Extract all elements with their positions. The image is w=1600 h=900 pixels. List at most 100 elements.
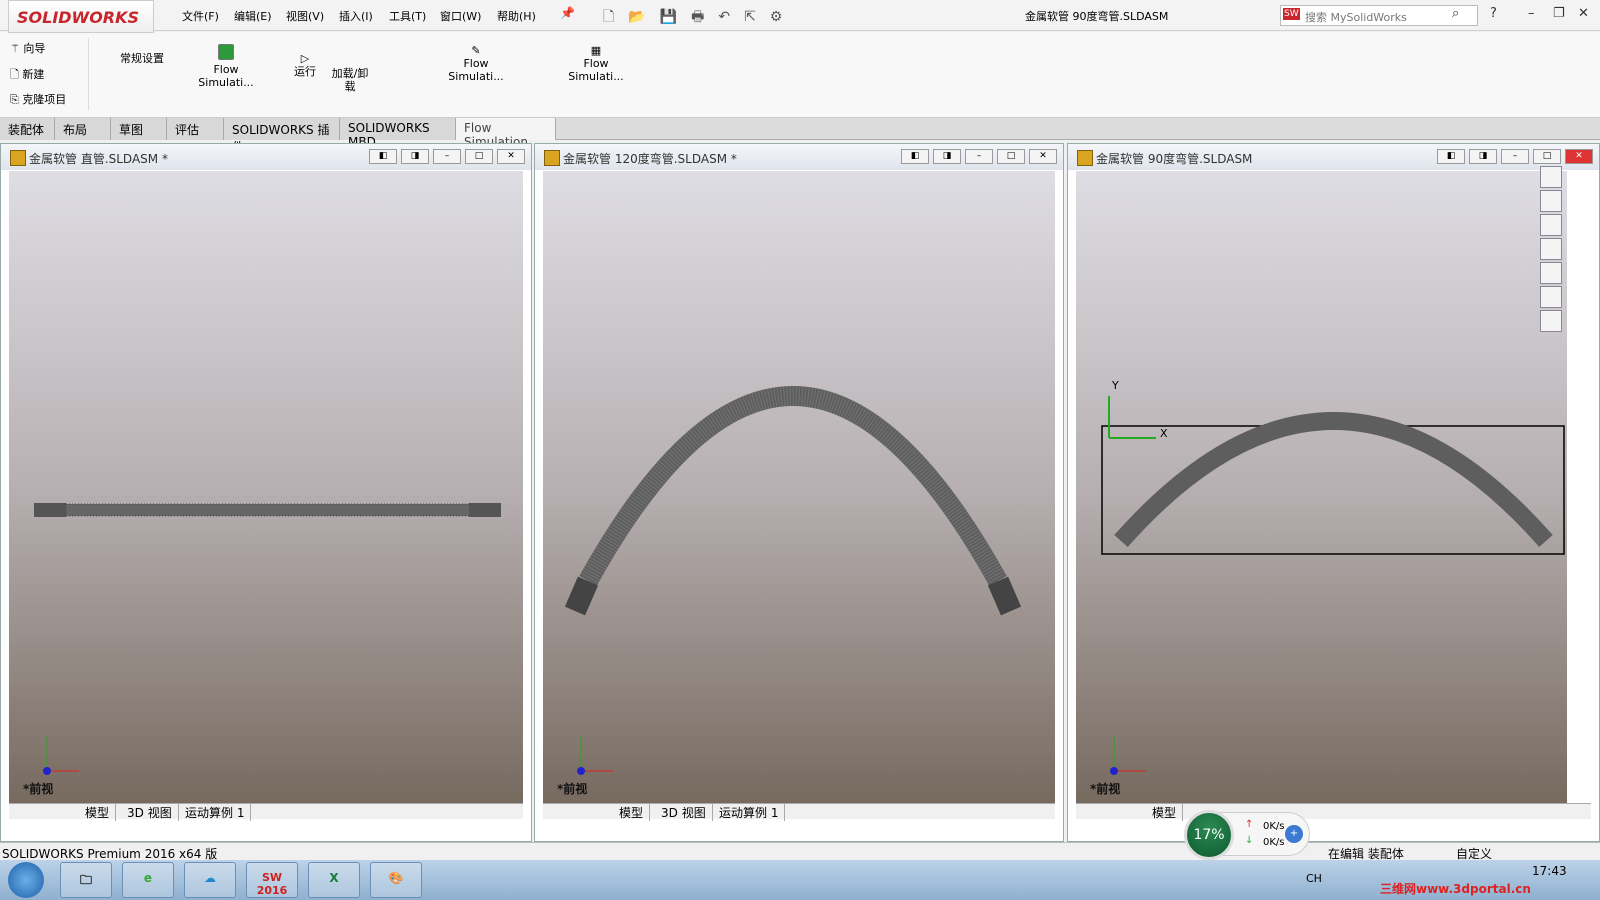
plus-icon[interactable]: + xyxy=(1285,825,1303,843)
clone-icon: ⎘ xyxy=(10,93,19,106)
tab-motion-study[interactable]: 运动算例 1 xyxy=(179,804,252,821)
solidworks-taskbar-icon[interactable]: SW 2016 xyxy=(246,862,298,898)
graphics-area[interactable]: *前视 xyxy=(543,171,1055,803)
cloud-icon[interactable]: ☁ xyxy=(184,862,236,898)
new-file-icon: 🗋 xyxy=(10,68,19,81)
search-icon[interactable]: ⌕ xyxy=(1452,6,1459,21)
solidworks-logo[interactable]: SOLIDWORKS xyxy=(8,0,154,33)
hose-body xyxy=(65,503,477,517)
paint-icon[interactable]: 🎨 xyxy=(370,862,422,898)
tab-evaluate[interactable]: 评估 xyxy=(167,118,224,140)
tab-model[interactable]: 模型 xyxy=(613,804,651,821)
maximize-icon[interactable]: □ xyxy=(1533,149,1561,164)
tab-sketch[interactable]: 草图 xyxy=(111,118,167,140)
origin-triad: YX xyxy=(1108,379,1168,440)
document-window-90[interactable]: 金属软管 90度弯管.SLDASM ◧◨–□✕ 🔍🔎✎⊥◧◩◫◉◐◑▭ YX *… xyxy=(1067,143,1600,842)
tile-right-icon[interactable]: ◨ xyxy=(401,149,429,164)
divider xyxy=(88,38,89,110)
wizard-button[interactable]: ⚚ 向导 xyxy=(10,42,45,55)
hose-120-bend xyxy=(564,386,1022,775)
hose-body xyxy=(1114,412,1553,547)
menu-window[interactable]: 窗口(W) xyxy=(440,8,481,24)
start-button[interactable] xyxy=(8,862,44,898)
wand-icon: ⚚ xyxy=(10,42,20,55)
graphics-area[interactable]: *前视 xyxy=(9,171,523,803)
triad xyxy=(577,736,613,775)
run-label: 运行 xyxy=(294,65,316,78)
menu-tools[interactable]: 工具(T) xyxy=(389,8,426,24)
tile-right-icon[interactable]: ◨ xyxy=(933,149,961,164)
tab-flow-simulation[interactable]: Flow Simulation xyxy=(456,118,556,149)
restore-icon[interactable]: ❐ xyxy=(1553,6,1565,21)
task-pane-home-icon[interactable] xyxy=(1540,166,1562,188)
flow-simulation-button-2[interactable]: ✎ Flow Simulati... xyxy=(446,44,506,83)
menu-help[interactable]: 帮助(H) xyxy=(497,8,536,24)
maximize-icon[interactable]: □ xyxy=(465,149,493,164)
tab-3d-view[interactable]: 3D 视图 xyxy=(121,804,179,821)
status-bar: SOLIDWORKS Premium 2016 x64 版 在编辑 装配体 自定… xyxy=(0,842,1600,861)
menu-edit[interactable]: 编辑(E) xyxy=(234,8,272,24)
tile-right-icon[interactable]: ◨ xyxy=(1469,149,1497,164)
task-pane-resources-icon[interactable] xyxy=(1540,190,1562,212)
pin-icon[interactable]: 📌 xyxy=(560,6,575,20)
tab-model[interactable]: 模型 xyxy=(1146,804,1184,821)
title-bar: SOLIDWORKS 文件(F) 编辑(E) 视图(V) 插入(I) 工具(T)… xyxy=(0,0,1600,33)
command-manager: ⚚ 向导 🗋 新建 ⎘ 克隆项目 常规设置 Flow Simulati... ▷… xyxy=(0,32,1600,118)
graphics-area[interactable]: YX *前视 xyxy=(1076,171,1567,803)
flow-simulation-button-3[interactable]: ▦ Flow Simulati... xyxy=(566,44,626,83)
tile-left-icon[interactable]: ◧ xyxy=(369,149,397,164)
tab-model[interactable]: 模型 xyxy=(79,804,117,821)
svg-text:X: X xyxy=(1160,427,1168,440)
document-window-straight[interactable]: 金属软管 直管.SLDASM * ◧ ◨ – □ ✕ *前视 模型 3D 视图 运动算例 1 xyxy=(0,143,532,842)
tab-mbd[interactable]: SOLIDWORKS MBD xyxy=(340,118,456,149)
browser-icon[interactable]: e xyxy=(122,862,174,898)
tab-3d-view[interactable]: 3D 视图 xyxy=(655,804,713,821)
language-indicator[interactable]: CH xyxy=(1306,872,1322,885)
clock[interactable]: 17:43 xyxy=(1532,864,1567,878)
flow-simulation-button-1[interactable]: Flow Simulati... xyxy=(196,44,256,89)
minimize-icon[interactable]: – xyxy=(1528,6,1535,21)
tile-left-icon[interactable]: ◧ xyxy=(901,149,929,164)
quick-access-toolbar[interactable]: 🗋📂💾🖶↶⇱⚙ xyxy=(603,6,796,30)
close-icon[interactable]: ✕ xyxy=(1578,6,1589,21)
tab-layout[interactable]: 布局 xyxy=(55,118,111,140)
clone-button[interactable]: ⎘ 克隆项目 xyxy=(10,93,66,106)
tab-addins[interactable]: SOLIDWORKS 插件 xyxy=(224,118,340,154)
task-pane-forum-icon[interactable] xyxy=(1540,310,1562,332)
new-button[interactable]: 🗋 新建 xyxy=(10,68,44,81)
explorer-icon[interactable]: 🗀 xyxy=(60,862,112,898)
search-input[interactable]: 搜索 MySolidWorks xyxy=(1280,5,1478,26)
help-icon[interactable]: ? xyxy=(1490,6,1497,21)
tab-assembly[interactable]: 装配体 xyxy=(0,118,55,140)
maximize-icon[interactable]: □ xyxy=(997,149,1025,164)
grid-icon: ▦ xyxy=(590,44,602,57)
load-unload-button[interactable]: 加载/卸载 xyxy=(328,67,372,93)
tab-motion-study[interactable]: 运动算例 1 xyxy=(713,804,786,821)
minimize-icon[interactable]: – xyxy=(433,149,461,164)
task-pane-explorer-icon[interactable] xyxy=(1540,238,1562,260)
bottom-tabs: 模型 3D 视图 运动算例 1 xyxy=(9,803,523,821)
tile-left-icon[interactable]: ◧ xyxy=(1437,149,1465,164)
close-icon[interactable]: ✕ xyxy=(1029,149,1057,164)
minimize-icon[interactable]: – xyxy=(965,149,993,164)
menu-file[interactable]: 文件(F) xyxy=(182,8,219,24)
hose-fitting xyxy=(564,576,599,616)
menu-view[interactable]: 视图(V) xyxy=(286,8,324,24)
document-window-120[interactable]: 金属软管 120度弯管.SLDASM * ◧ ◨ – □ ✕ *前视 模型 3D 视图 运动… xyxy=(534,143,1064,842)
general-settings-button[interactable]: 常规设置 xyxy=(120,52,164,65)
close-icon[interactable]: ✕ xyxy=(1565,149,1593,164)
run-button[interactable]: ▷ 运行 xyxy=(290,52,320,78)
clone-label: 克隆项目 xyxy=(22,93,67,106)
download-speed: 0K/s xyxy=(1263,837,1285,848)
task-pane-library-icon[interactable] xyxy=(1540,214,1562,236)
task-pane-appearance-icon[interactable] xyxy=(1540,262,1562,284)
excel-icon[interactable]: X xyxy=(308,862,360,898)
task-pane-properties-icon[interactable] xyxy=(1540,286,1562,308)
minimize-icon[interactable]: – xyxy=(1501,149,1529,164)
taskbar: 🗀 e ☁ SW 2016 X 🎨 CH 三维网www.3dportal.cn … xyxy=(0,860,1600,900)
flow-label: Flow Simulati... xyxy=(448,57,504,83)
flow-label: Flow Simulati... xyxy=(568,57,624,83)
menu-insert[interactable]: 插入(I) xyxy=(339,8,373,24)
close-icon[interactable]: ✕ xyxy=(497,149,525,164)
window-controls: ◧ ◨ – □ ✕ xyxy=(901,149,1057,164)
